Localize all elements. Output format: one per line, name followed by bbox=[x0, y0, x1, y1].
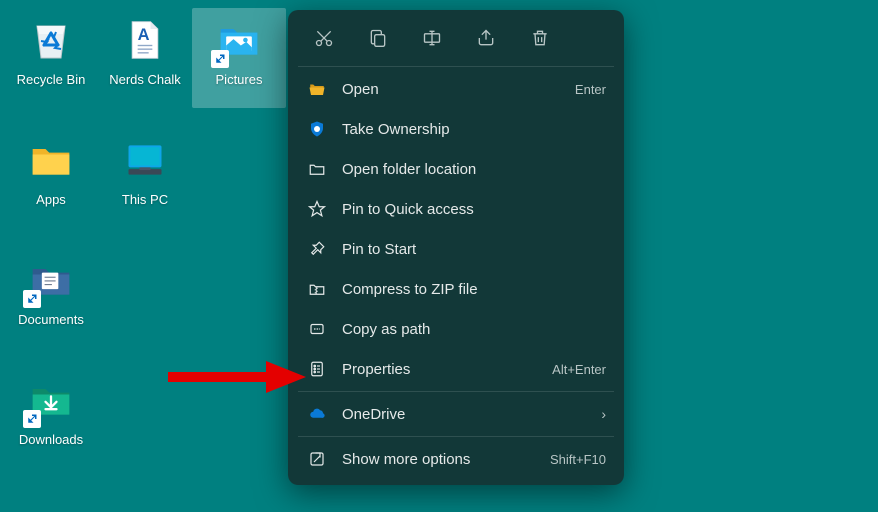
menu-item-shortcut: Enter bbox=[575, 82, 606, 97]
delete-icon[interactable] bbox=[526, 24, 554, 52]
desktop-icon-downloads[interactable]: Downloads bbox=[4, 368, 98, 468]
menu-item-shortcut: Shift+F10 bbox=[550, 452, 606, 467]
menu-divider bbox=[298, 66, 614, 67]
onedrive-icon bbox=[306, 403, 328, 425]
rename-icon[interactable] bbox=[418, 24, 446, 52]
menu-item-properties[interactable]: Properties Alt+Enter bbox=[288, 349, 624, 389]
desktop-icon-recycle-bin[interactable]: Recycle Bin bbox=[4, 8, 98, 108]
menu-item-label: Copy as path bbox=[342, 321, 606, 338]
icon-label: Pictures bbox=[216, 72, 263, 88]
empty-slot bbox=[192, 248, 286, 358]
menu-item-compress-zip[interactable]: Compress to ZIP file bbox=[288, 269, 624, 309]
zip-icon bbox=[306, 278, 328, 300]
menu-item-label: Pin to Start bbox=[342, 241, 606, 258]
folder-icon bbox=[25, 134, 77, 186]
context-menu: Open Enter Take Ownership Open folder lo… bbox=[288, 10, 624, 485]
folder-location-icon bbox=[306, 158, 328, 180]
pictures-folder-icon bbox=[213, 14, 265, 66]
icon-label: This PC bbox=[122, 192, 168, 208]
this-pc-icon bbox=[119, 134, 171, 186]
desktop-icon-documents[interactable]: Documents bbox=[4, 248, 98, 348]
menu-item-label: Take Ownership bbox=[342, 121, 606, 138]
cut-icon[interactable] bbox=[310, 24, 338, 52]
icon-label: Documents bbox=[18, 312, 84, 328]
more-icon bbox=[306, 448, 328, 470]
icon-label: Apps bbox=[36, 192, 66, 208]
share-icon[interactable] bbox=[472, 24, 500, 52]
desktop-icon-pictures[interactable]: Pictures bbox=[192, 8, 286, 108]
icon-label: Nerds Chalk bbox=[109, 72, 181, 88]
chevron-right-icon: › bbox=[601, 406, 606, 422]
desktop-icon-apps[interactable]: Apps bbox=[4, 128, 98, 228]
menu-item-pin-quick-access[interactable]: Pin to Quick access bbox=[288, 189, 624, 229]
menu-item-shortcut: Alt+Enter bbox=[552, 362, 606, 377]
menu-item-open[interactable]: Open Enter bbox=[288, 69, 624, 109]
menu-item-label: Pin to Quick access bbox=[342, 201, 606, 218]
menu-item-label: Show more options bbox=[342, 451, 550, 468]
menu-item-take-ownership[interactable]: Take Ownership bbox=[288, 109, 624, 149]
menu-item-label: Compress to ZIP file bbox=[342, 281, 606, 298]
shortcut-arrow-icon bbox=[23, 410, 41, 428]
shortcut-arrow-icon bbox=[211, 50, 229, 68]
folder-open-icon bbox=[306, 78, 328, 100]
empty-slot bbox=[192, 128, 286, 238]
icon-label: Downloads bbox=[19, 432, 83, 448]
icon-label: Recycle Bin bbox=[17, 72, 86, 88]
documents-folder-icon bbox=[25, 254, 77, 306]
desktop-icon-this-pc[interactable]: This PC bbox=[98, 128, 192, 228]
text-document-icon: A bbox=[119, 14, 171, 66]
shield-icon bbox=[306, 118, 328, 140]
menu-item-label: Open folder location bbox=[342, 161, 606, 178]
star-icon bbox=[306, 198, 328, 220]
properties-icon bbox=[306, 358, 328, 380]
menu-item-show-more-options[interactable]: Show more options Shift+F10 bbox=[288, 439, 624, 479]
desktop: Recycle Bin A Nerds Chalk bbox=[0, 0, 878, 512]
downloads-folder-icon bbox=[25, 374, 77, 426]
menu-item-pin-to-start[interactable]: Pin to Start bbox=[288, 229, 624, 269]
pin-icon bbox=[306, 238, 328, 260]
menu-divider bbox=[298, 391, 614, 392]
recycle-bin-icon bbox=[25, 14, 77, 66]
shortcut-arrow-icon bbox=[23, 290, 41, 308]
menu-item-open-folder-location[interactable]: Open folder location bbox=[288, 149, 624, 189]
context-menu-top-row bbox=[288, 16, 624, 64]
menu-item-onedrive[interactable]: OneDrive › bbox=[288, 394, 624, 434]
copy-path-icon bbox=[306, 318, 328, 340]
menu-item-label: Properties bbox=[342, 361, 552, 378]
desktop-icon-nerds-chalk[interactable]: A Nerds Chalk bbox=[98, 8, 192, 108]
menu-divider bbox=[298, 436, 614, 437]
menu-item-label: Open bbox=[342, 81, 575, 98]
menu-item-copy-as-path[interactable]: Copy as path bbox=[288, 309, 624, 349]
menu-item-label: OneDrive bbox=[342, 406, 595, 423]
copy-icon[interactable] bbox=[364, 24, 392, 52]
svg-text:A: A bbox=[138, 26, 150, 44]
empty-slot bbox=[98, 248, 192, 358]
